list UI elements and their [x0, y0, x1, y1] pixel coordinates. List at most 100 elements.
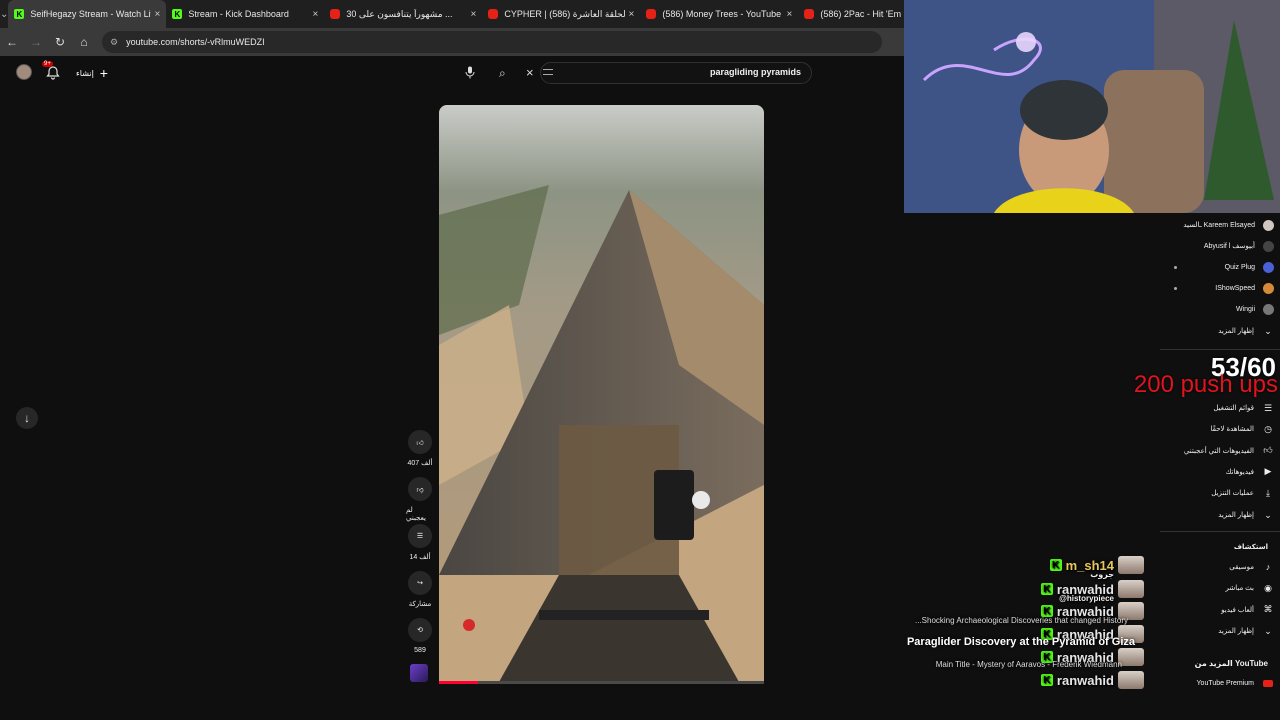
thumb-up-icon: 👍︎: [1263, 445, 1273, 456]
reload-icon[interactable]: ↻: [48, 30, 72, 54]
tab-search-chevron-icon[interactable]: ⌄: [0, 0, 8, 28]
comments-action[interactable]: ☰ 14 ألف: [406, 524, 434, 561]
close-tab-icon[interactable]: ×: [787, 9, 793, 20]
dislike-action[interactable]: 👎︎ لم يعجبني: [406, 477, 434, 522]
kick-badge-icon: K: [1040, 583, 1053, 595]
subscription-item[interactable]: Quiz Plug: [1160, 257, 1280, 277]
close-tab-icon[interactable]: ×: [629, 9, 635, 20]
sidebar-item[interactable]: قوائم التشغيل ☰: [1160, 398, 1280, 418]
subscription-name: ـالسيد Kareem Elsayed: [1183, 222, 1255, 229]
playlist-icon: ☰: [1263, 402, 1273, 413]
thumb-up-icon[interactable]: 👍︎: [408, 430, 432, 454]
home-icon[interactable]: ⌂: [72, 30, 96, 54]
browser-tab[interactable]: (586) Money Trees - YouTube ×: [640, 0, 798, 28]
chat-avatar: [1118, 556, 1144, 574]
voice-search-mic-icon[interactable]: [462, 64, 478, 80]
kick-icon: K: [14, 9, 25, 19]
kick-badge-icon: K: [1040, 674, 1053, 686]
chat-avatar: [1118, 580, 1144, 598]
sidebar-item[interactable]: الفيديوهات التي أعجبتني 👍︎: [1160, 441, 1280, 461]
clock-icon: ◷: [1264, 423, 1272, 434]
browser-tab[interactable]: 30 مشهوراً يتنافسون على ... ×: [324, 0, 482, 28]
subscription-item[interactable]: ـالسيد Kareem Elsayed: [1160, 215, 1280, 235]
channel-avatar: [1263, 282, 1274, 294]
share-action[interactable]: ↪ مشاركة: [406, 571, 434, 608]
sidebar-item[interactable]: بث مباشر ◉: [1160, 578, 1280, 598]
subscription-item[interactable]: Abyusif l أبيوسف: [1160, 236, 1280, 256]
comment-icon[interactable]: ☰: [408, 524, 432, 548]
create-label: إنشاء: [76, 68, 94, 78]
address-bar[interactable]: ⚙ youtube.com/shorts/-vRlmuWEDZI: [102, 31, 882, 53]
sidebar-item-label: عمليات التنزيل: [1211, 490, 1254, 498]
chevron-down-icon: ⌄: [1264, 325, 1272, 336]
dislike-label: لم يعجبني: [406, 507, 426, 522]
sidebar-item-label: موسيقى: [1229, 564, 1254, 571]
url-text: youtube.com/shorts/-vRlmuWEDZI: [126, 37, 265, 47]
create-button[interactable]: إنشاء +: [76, 66, 108, 80]
sidebar-item[interactable]: موسيقى ♪: [1160, 557, 1280, 577]
subscription-name: IShowSpeed: [1215, 284, 1255, 292]
youtube-premium-icon: [1262, 677, 1274, 689]
show-more-explore[interactable]: إظهار المزيد ⌄: [1160, 621, 1280, 641]
site-info-icon[interactable]: ⚙: [110, 37, 118, 48]
browser-tab[interactable]: (586) 2Pac - Hit 'Em×: [798, 0, 905, 28]
clear-search-icon[interactable]: ×: [526, 65, 534, 80]
sidebar-item[interactable]: ألعاب فيديو ⌘: [1160, 600, 1280, 620]
shorts-video[interactable]: [439, 105, 764, 682]
keyboard-icon[interactable]: [543, 69, 553, 75]
chat-username: ranwahid: [1056, 672, 1114, 688]
forward-arrow-icon[interactable]: →: [24, 30, 48, 54]
avatar[interactable]: [16, 64, 32, 80]
close-tab-icon[interactable]: ×: [313, 9, 319, 20]
browser-tab[interactable]: CYPHER | الحلقة العاشرة (586) ×: [482, 0, 640, 28]
remix-action[interactable]: ⟲ 589: [406, 618, 434, 654]
show-more-subscriptions[interactable]: إظهار المزيد ⌄: [1160, 321, 1280, 341]
tab-title: (586) Money Trees - YouTube: [662, 9, 782, 19]
subscription-item[interactable]: IShowSpeed: [1160, 278, 1280, 298]
streamer-webcam: [904, 0, 1280, 213]
thumb-down-icon[interactable]: 👎︎: [408, 477, 432, 501]
show-more-you[interactable]: إظهار المزيد ⌄: [1160, 505, 1280, 525]
search-icon[interactable]: ⌕: [499, 66, 506, 81]
remix-count: 589: [414, 647, 426, 654]
like-count: 407 ألف: [407, 460, 433, 467]
sidebar-item-label: المشاهدة لاحقًا: [1210, 426, 1254, 434]
next-video-down-arrow-icon[interactable]: ↓: [16, 407, 38, 429]
sidebar-item-label: الفيديوهات التي أعجبتني: [1183, 447, 1254, 455]
browser-tab[interactable]: K Stream - Kick Dashboard ×: [166, 0, 324, 28]
sound-thumbnail[interactable]: [410, 664, 428, 682]
overlay-line-2: Paraglider Discovery at the Pyramid of G…: [906, 636, 1135, 648]
sidebar-item-youtube-premium[interactable]: YouTube Premium: [1160, 673, 1280, 693]
like-action[interactable]: 👍︎ 407 ألف: [406, 430, 434, 467]
tab-title: Stream - Kick Dashboard: [188, 9, 289, 19]
sidebar-item-label: فيديوهاتك: [1225, 468, 1254, 476]
sidebar-item-label: قوائم التشغيل: [1213, 405, 1254, 412]
browser-tab[interactable]: K SeifHegazy Stream - Watch Live ×: [8, 0, 167, 28]
channel-avatar: [1263, 303, 1274, 315]
tab-title: (586) 2Pac - Hit 'Em: [820, 9, 902, 19]
notifications-bell-icon[interactable]: 9+: [42, 61, 62, 82]
share-icon[interactable]: ↪: [408, 571, 432, 595]
explore-heading: استكشاف: [1233, 544, 1268, 551]
channel-avatar: [1263, 219, 1274, 231]
sidebar-divider: [1160, 349, 1280, 350]
sidebar-divider: [1160, 531, 1280, 532]
video-progress-bar[interactable]: [439, 681, 764, 684]
close-tab-icon[interactable]: ×: [155, 9, 161, 20]
back-arrow-icon[interactable]: ←: [0, 30, 24, 54]
youtube-icon: [646, 9, 657, 19]
sidebar-item[interactable]: المشاهدة لاحقًا ◷: [1160, 419, 1280, 439]
subscription-item[interactable]: Wingii: [1160, 299, 1280, 319]
download-icon: ⤓: [1266, 487, 1270, 498]
sidebar-item[interactable]: عمليات التنزيل ⤓: [1160, 483, 1280, 503]
remix-icon[interactable]: ⟲: [408, 618, 432, 642]
subscription-name: Abyusif l أبيوسف: [1203, 243, 1255, 250]
search-input[interactable]: ⌕ × paragliding pyramids: [499, 62, 812, 84]
chat-avatar: [1118, 671, 1144, 689]
close-tab-icon[interactable]: ×: [471, 9, 477, 20]
sidebar-item-label: ألعاب فيديو: [1221, 606, 1254, 614]
overlay-line-1: ...Shocking Archaeological Discoveries t…: [915, 616, 1128, 625]
sidebar-item[interactable]: فيديوهاتك ▶: [1160, 462, 1280, 482]
kick-badge-icon: K: [1049, 559, 1062, 571]
share-label: مشاركة: [408, 601, 432, 608]
